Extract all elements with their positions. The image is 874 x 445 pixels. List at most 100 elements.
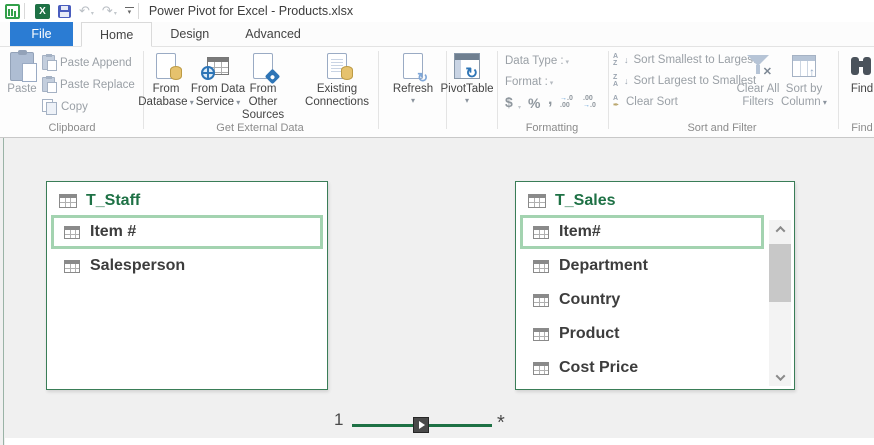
- paste-replace-icon: [42, 76, 57, 93]
- refresh-label: Refresh: [392, 83, 434, 95]
- field-row-department[interactable]: Department: [520, 249, 764, 283]
- tab-home[interactable]: Home: [81, 22, 153, 47]
- other-sources-icon: [253, 53, 281, 85]
- field-row-product[interactable]: Product: [520, 317, 764, 351]
- window-title: Power Pivot for Excel - Products.xlsx: [148, 4, 354, 18]
- powerpivot-window: Power Pivot for Excel - Products.xlsx Fi…: [0, 0, 874, 445]
- decrease-decimals-button[interactable]: .00 →.0: [583, 95, 596, 109]
- t-staff-header[interactable]: T_Staff: [47, 182, 327, 215]
- refresh-button[interactable]: Refresh: [384, 49, 442, 105]
- sort-za-icon: [613, 74, 621, 88]
- field-label: Department: [559, 257, 648, 274]
- undo-icon[interactable]: [79, 4, 90, 18]
- pivottable-button[interactable]: PivotTable: [436, 49, 498, 105]
- paste-label: Paste: [7, 83, 37, 95]
- table-card-t-sales[interactable]: T_Sales Item# Department Country Product…: [515, 181, 795, 390]
- t-sales-scrollbar[interactable]: [769, 220, 791, 386]
- column-icon: [533, 225, 549, 239]
- powerpivot-app-icon: [5, 3, 20, 19]
- refresh-dropdown-icon[interactable]: [384, 96, 442, 105]
- get-external-data-group-label: Get External Data: [216, 122, 304, 134]
- clear-all-filters-label: Clear All Filters: [736, 83, 780, 108]
- paste-button[interactable]: Paste: [4, 49, 40, 96]
- field-row-country[interactable]: Country: [520, 283, 764, 317]
- tab-advanced[interactable]: Advanced: [227, 22, 319, 46]
- format-dropdown[interactable]: Format :: [505, 76, 553, 88]
- copy-button[interactable]: Copy: [42, 99, 88, 115]
- paste-replace-button[interactable]: Paste Replace: [42, 76, 135, 93]
- find-group-label: Find: [851, 122, 873, 134]
- find-button[interactable]: Find: [842, 49, 874, 96]
- find-label: Find: [850, 83, 874, 95]
- percent-format-button[interactable]: %: [528, 95, 540, 111]
- clear-sort-button[interactable]: Clear Sort: [613, 95, 678, 109]
- from-other-sources-button[interactable]: From Other Sources: [234, 49, 292, 122]
- group-separator: [838, 51, 839, 129]
- existing-connections-button[interactable]: Existing Connections: [298, 49, 376, 109]
- field-row-item-number[interactable]: Item#: [520, 215, 764, 249]
- refresh-icon: [403, 53, 423, 79]
- currency-format-button[interactable]: $: [505, 94, 513, 110]
- scroll-up-button[interactable]: [769, 220, 791, 238]
- sort-and-filter-group-label: Sort and Filter: [687, 122, 757, 134]
- t-sales-header[interactable]: T_Sales: [516, 182, 794, 215]
- data-type-dropdown[interactable]: Data Type :: [505, 55, 569, 67]
- field-row-item-number[interactable]: Item #: [51, 215, 323, 249]
- t-staff-title: T_Staff: [86, 192, 141, 209]
- paste-append-label: Paste Append: [60, 56, 132, 69]
- sort-by-column-icon: [792, 55, 816, 79]
- relationship-one-cardinality: 1: [334, 410, 344, 429]
- titlebar-separator: [137, 3, 139, 19]
- scroll-down-button[interactable]: [769, 368, 791, 386]
- save-icon[interactable]: [58, 4, 71, 18]
- tab-file[interactable]: File: [10, 22, 73, 46]
- diagram-canvas[interactable]: T_Staff Item # Salesperson 1 * T_Sales I…: [0, 138, 874, 445]
- relationship-many-cardinality: *: [497, 412, 505, 434]
- clear-sort-icon: [613, 95, 621, 109]
- from-database-label: From Database: [138, 83, 194, 109]
- from-database-button[interactable]: From Database: [138, 49, 194, 109]
- currency-dropdown-icon[interactable]: [518, 104, 521, 111]
- table-card-t-staff[interactable]: T_Staff Item # Salesperson: [46, 181, 328, 390]
- existing-connections-icon: [327, 53, 353, 80]
- increase-decimal-arrow-icon: →: [560, 95, 567, 102]
- thousands-separator-button[interactable]: ,: [548, 91, 552, 109]
- field-label: Item #: [90, 223, 137, 240]
- ribbon-tab-row: File Home Design Advanced: [0, 22, 874, 47]
- pivottable-dropdown-icon[interactable]: [436, 96, 498, 105]
- column-icon: [533, 293, 549, 307]
- copy-label: Copy: [61, 100, 88, 113]
- copy-icon: [42, 99, 57, 115]
- clipboard-group-label: Clipboard: [48, 122, 96, 134]
- tab-design[interactable]: Design: [152, 22, 227, 46]
- qat-customize-icon[interactable]: [124, 6, 134, 16]
- paste-append-icon: [42, 54, 57, 71]
- redo-dropdown-icon[interactable]: [114, 10, 117, 17]
- field-row-salesperson[interactable]: Salesperson: [51, 249, 323, 283]
- undo-dropdown-icon[interactable]: [91, 10, 94, 17]
- field-label: Item#: [559, 223, 601, 240]
- table-icon: [528, 194, 546, 208]
- scrollbar-thumb[interactable]: [769, 244, 791, 302]
- field-label: Product: [559, 325, 620, 342]
- t-staff-fields: Item # Salesperson: [47, 215, 327, 283]
- clear-all-filters-button[interactable]: Clear All Filters: [732, 49, 784, 109]
- field-row-cost-price[interactable]: Cost Price: [520, 351, 764, 385]
- decrease-decimal-arrow-icon: →: [583, 102, 590, 109]
- increase-decimals-button[interactable]: →.0 .00: [560, 95, 573, 109]
- data-service-icon: [201, 57, 229, 80]
- excel-icon[interactable]: [35, 3, 50, 19]
- field-label: Cost Price: [559, 359, 639, 376]
- canvas-bottom-strip: [5, 438, 874, 445]
- column-icon: [533, 259, 549, 273]
- pivottable-label: PivotTable: [440, 83, 494, 95]
- redo-icon[interactable]: [102, 4, 113, 18]
- sort-by-column-button[interactable]: Sort by Column: [780, 49, 828, 109]
- binoculars-icon: [850, 57, 874, 75]
- paste-append-button[interactable]: Paste Append: [42, 54, 132, 71]
- relationship-direction-icon[interactable]: [413, 417, 429, 433]
- from-other-sources-label: From Other Sources: [241, 83, 285, 121]
- column-icon: [533, 327, 549, 341]
- down-arrow-icon: [624, 55, 629, 65]
- field-label: Salesperson: [90, 257, 186, 274]
